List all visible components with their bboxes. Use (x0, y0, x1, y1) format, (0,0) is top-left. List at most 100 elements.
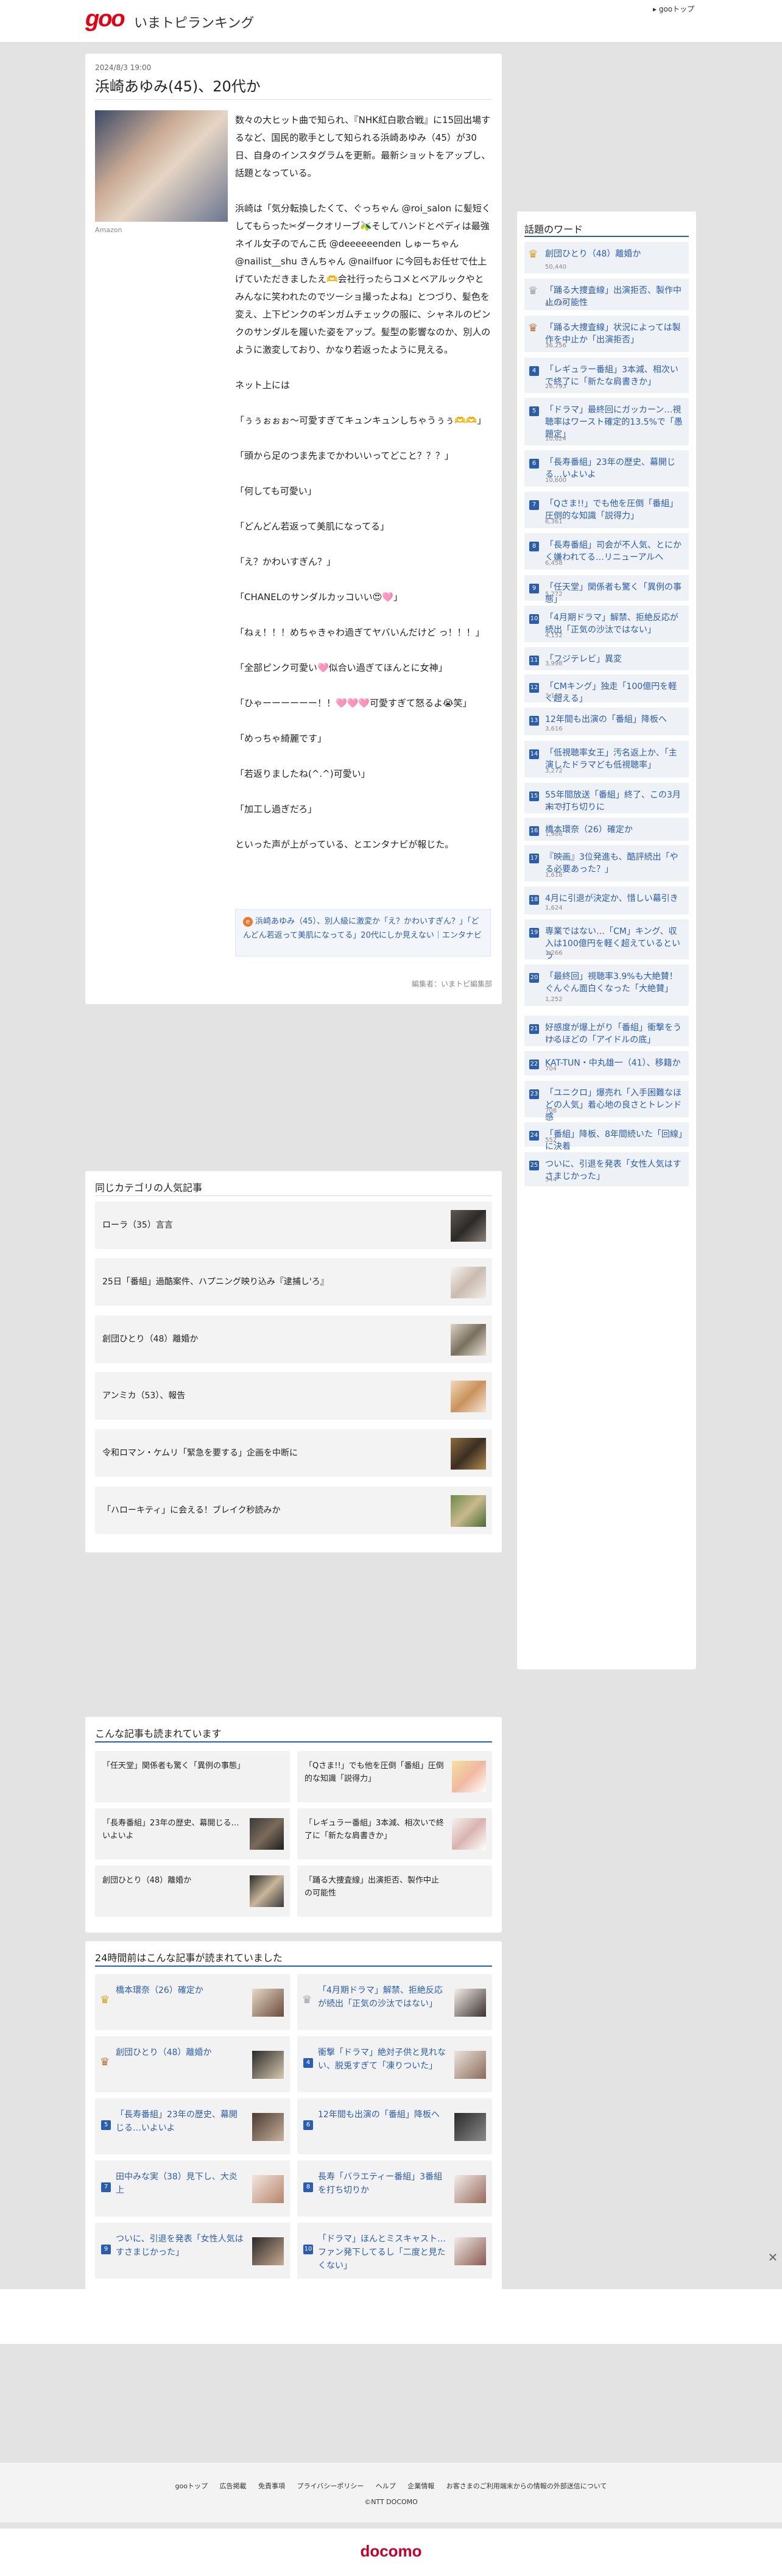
past-24h-title[interactable]: 長寿「バラエティー番組」3番組を打ち切りか (318, 2170, 446, 2197)
trending-word-item[interactable]: 12 「CMキング」独走「100億円を軽く超える」 3,153 (524, 674, 689, 705)
footer-link[interactable]: お客さまのご利用端末からの情報の外部送信について (446, 2482, 607, 2490)
trending-word-text[interactable]: 橋本環奈（26）確定か (545, 824, 685, 836)
also-read-card[interactable]: 「踊る大捜査線」出演拒否、製作中止の可能性 (297, 1866, 492, 1917)
trending-word-item[interactable]: 18 4月に引退が決定か、惜しい幕引き 1,624 (524, 886, 689, 915)
trending-word-item[interactable]: 5 「ドラマ」最終回にガッカーン…視聴率はワースト確定的13.5%で「愚題定」 10… (524, 398, 689, 445)
trending-word-item[interactable]: ♛ 「踊る大捜査線」状況によっては製作を中止か「出演拒否」 36,256 (524, 316, 689, 352)
past-24h-card[interactable]: ♛ 「4月期ドラマ」解禁、拒絶反応が続出「正気の沙汰ではない」 (297, 1974, 492, 2030)
past-24h-title[interactable]: 「長寿番組」23年の歴史、幕開じる…いよいよ (116, 2108, 244, 2135)
also-read-card[interactable]: 「レギュラー番組」3本減、相次いで終了に「新たな肩書きか」 (297, 1808, 492, 1859)
trending-word-item[interactable]: 4 「レギュラー番組」3本減、相次いで終了に「新たな肩書きか」 26,793 (524, 358, 689, 393)
thumbnail[interactable] (454, 1989, 486, 2017)
category-item-title[interactable]: 令和ロマン・ケムリ「緊急を要する」企画を中断に (102, 1429, 298, 1477)
trending-word-item[interactable]: 21 好感度が爆上がり「番組」衝撃をうけるほどの「アイドルの底」 720 (524, 1016, 689, 1046)
past-24h-card[interactable]: 9 ついに、引退を発表「女性人気はすさまじかった」 (95, 2223, 290, 2279)
trending-word-item[interactable]: 22 KAT-TUN・中丸雄一（41）、移籍か 704 (524, 1051, 689, 1075)
thumbnail[interactable] (250, 1875, 284, 1907)
past-24h-title[interactable]: ついに、引退を発表「女性人気はすさまじかった」 (116, 2232, 244, 2259)
category-item[interactable]: 「ハローキティ」に会える！ブレイク秒読みか (95, 1487, 492, 1534)
category-item[interactable]: アンミカ（53）、報告 (95, 1372, 492, 1420)
card-title[interactable]: 「任天堂」関係者も驚く「異例の事態」 (102, 1760, 245, 1772)
trending-word-item[interactable]: 19 専業ではない…「CM」キング、収入は100億円を軽く超えているという 1,26… (524, 919, 689, 962)
card-title[interactable]: 創団ひとり（48）離婚か (102, 1874, 242, 1887)
category-item-title[interactable]: ローラ（35）言言 (102, 1201, 173, 1249)
trending-word-item[interactable]: ♛ 「踊る大捜査線」出演拒否、製作中止の可能性 45,289 (524, 278, 689, 310)
trending-word-text[interactable]: 「ユニクロ」爆売れ「入手困難なほどの人気」着心地の良さとトレンド感 (545, 1087, 685, 1123)
trending-word-text[interactable]: 創団ひとり（48）離婚か (545, 248, 685, 260)
thumbnail[interactable] (451, 1267, 486, 1298)
goo-logo[interactable]: goo (85, 6, 125, 32)
thumbnail[interactable] (452, 1818, 486, 1850)
trending-word-text[interactable]: 「フジテレビ」異変 (545, 653, 685, 665)
footer-link[interactable]: 企業情報 (407, 2482, 434, 2490)
trending-word-item[interactable]: 10 「4月期ドラマ」解禁、拒絶反応が続出「正気の沙汰ではない」 4,152 (524, 606, 689, 642)
trending-word-item[interactable]: 13 12年間も出演の「番組」降板へ 3,616 (524, 707, 689, 735)
footer-link[interactable]: プライバシーポリシー (297, 2482, 364, 2490)
thumbnail[interactable] (454, 2237, 486, 2265)
trending-word-item[interactable]: 15 55年間放送「番組」終了、この3月末で打ち切りに 2,124 (524, 783, 689, 813)
trending-word-text[interactable]: 「CMキング」独走「100億円を軽く超える」 (545, 681, 685, 705)
category-item-title[interactable]: 創団ひとり（48）離婚か (102, 1315, 198, 1363)
trending-word-text[interactable]: KAT-TUN・中丸雄一（41）、移籍か (545, 1057, 685, 1069)
thumbnail[interactable] (252, 1989, 284, 2017)
trending-word-text[interactable]: 専業ではない…「CM」キング、収入は100億円を軽く超えているという (545, 925, 685, 962)
past-24h-card[interactable]: 7 田中みな実（38）見下し、大炎上 (95, 2160, 290, 2217)
goo-top-link[interactable]: ▸ gooトップ (653, 4, 694, 14)
trending-word-item[interactable]: 16 橋本環奈（26）確定か 1,986 (524, 818, 689, 841)
footer-link[interactable]: gooトップ (175, 2482, 208, 2490)
card-title[interactable]: 「Qさま!!」でも他を圧倒「番組」圧倒的な知識「説得力」 (305, 1760, 445, 1785)
card-title[interactable]: 「踊る大捜査線」出演拒否、製作中止の可能性 (305, 1874, 445, 1900)
trending-word-text[interactable]: 「長寿番組」司会が不人気、とにかく嫌われてる…リニューアルへ (545, 539, 685, 564)
trending-word-text[interactable]: 4月に引退が決定か、惜しい幕引き (545, 893, 685, 905)
site-title[interactable]: いまトピランキング (134, 12, 254, 32)
trending-word-item[interactable]: ♛ 創団ひとり（48）離婚か 50,440 (524, 242, 689, 274)
trending-word-item[interactable]: 25 ついに、引退を発表「女性人気はすさまじかった」 544 (524, 1152, 689, 1186)
thumbnail[interactable] (250, 1818, 284, 1850)
trending-word-item[interactable]: 11 「フジテレビ」異変 3,998 (524, 647, 689, 670)
trending-word-item[interactable]: 9 「任天堂」関係者も驚く「異例の事態」 5,272 (524, 575, 689, 604)
card-title[interactable]: 「レギュラー番組」3本減、相次いで終了に「新たな肩書きか」 (305, 1817, 445, 1842)
past-24h-card[interactable]: 4 衝撃「ドラマ」絶対子供と見れない、脱兎すぎて「凍りついた」 (297, 2036, 492, 2092)
thumbnail[interactable] (252, 2237, 284, 2265)
trending-word-item[interactable]: 17 『映画』3位発進も、酷評続出「やる必要あった？」 1,618 (524, 845, 689, 882)
trending-word-text[interactable]: 「低視聴率女王」汚名返上か、「主演したドラマども低視聴率」 (545, 747, 685, 771)
thumbnail[interactable] (252, 2113, 284, 2141)
past-24h-card[interactable]: 5 「長寿番組」23年の歴史、幕開じる…いよいよ (95, 2098, 290, 2154)
past-24h-title[interactable]: 衝撃「ドラマ」絶対子供と見れない、脱兎すぎて「凍りついた」 (318, 2046, 446, 2073)
close-ad-icon[interactable]: ✕ (766, 2251, 780, 2264)
trending-word-item[interactable]: 6 「長寿番組」23年の歴史、幕開じる…いよいよ 10,600 (524, 450, 689, 487)
category-item-title[interactable]: 「ハローキティ」に会える！ブレイク秒読みか (102, 1487, 280, 1534)
past-24h-title[interactable]: 田中みな実（38）見下し、大炎上 (116, 2170, 244, 2197)
card-title[interactable]: 「長寿番組」23年の歴史、幕開じる…いよいよ (102, 1817, 242, 1842)
past-24h-card[interactable]: 8 長寿「バラエティー番組」3番組を打ち切りか (297, 2160, 492, 2217)
trending-word-item[interactable]: 14 「低視聴率女王」汚名返上か、「主演したドラマども低視聴率」 3,272 (524, 741, 689, 777)
thumbnail[interactable] (451, 1381, 486, 1412)
past-24h-title[interactable]: 12年間も出演の「番組」降板へ (318, 2108, 446, 2121)
trending-word-item[interactable]: 23 「ユニクロ」爆売れ「入手困難なほどの人気」着心地の良さとトレンド感 708 (524, 1081, 689, 1122)
trending-word-text[interactable]: ついに、引退を発表「女性人気はすさまじかった」 (545, 1158, 685, 1183)
thumbnail[interactable] (451, 1438, 486, 1470)
thumbnail[interactable] (252, 2175, 284, 2203)
past-24h-card[interactable]: ♛ 橋本環奈（26）確定か (95, 1974, 290, 2030)
trending-word-item[interactable]: 7 「Qさま!!」でも他を圧倒「番組」圧倒的な知識「説得力」 6,361 (524, 492, 689, 528)
past-24h-card[interactable]: 10 「ドラマ」ほんとミスキャスト…ファン発下してるし「二度と見たくない」 (297, 2223, 492, 2279)
also-read-card[interactable]: 「長寿番組」23年の歴史、幕開じる…いよいよ (95, 1808, 290, 1859)
thumbnail[interactable] (452, 1761, 486, 1792)
thumbnail[interactable] (451, 1495, 486, 1527)
past-24h-card[interactable]: 6 12年間も出演の「番組」降板へ (297, 2098, 492, 2154)
thumbnail[interactable] (454, 2175, 486, 2203)
footer-link[interactable]: 広告掲載 (220, 2482, 247, 2490)
trending-word-text[interactable]: 「Qさま!!」でも他を圧倒「番組」圧倒的な知識「説得力」 (545, 498, 685, 522)
trending-word-text[interactable]: 「4月期ドラマ」解禁、拒絶反応が続出「正気の沙汰ではない」 (545, 612, 685, 636)
also-read-card[interactable]: 創団ひとり（48）離婚か (95, 1866, 290, 1917)
trending-word-text[interactable]: 好感度が爆上がり「番組」衝撃をうけるほどの「アイドルの底」 (545, 1022, 685, 1046)
thumbnail[interactable] (454, 2113, 486, 2141)
category-item-title[interactable]: アンミカ（53）、報告 (102, 1372, 185, 1420)
thumbnail[interactable] (454, 2051, 486, 2079)
trending-word-text[interactable]: 「番組」降板、8年間続いた「回線」に決着 (545, 1128, 685, 1153)
category-item[interactable]: 創団ひとり（48）離婚か (95, 1315, 492, 1363)
past-24h-title[interactable]: 橋本環奈（26）確定か (116, 1984, 244, 1997)
trending-word-text[interactable]: 「最終回」視聴率3.9%も大絶賛！ぐんぐん面白くなった「大絶賛」 (545, 971, 685, 995)
trending-word-text[interactable]: 55年間放送「番組」終了、この3月末で打ち切りに (545, 789, 685, 813)
also-read-card[interactable]: 「任天堂」関係者も驚く「異例の事態」 (95, 1751, 290, 1802)
